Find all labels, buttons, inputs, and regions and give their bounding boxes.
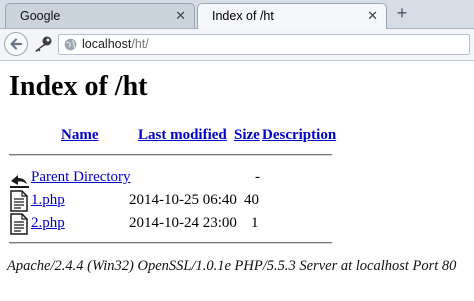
size-cell: 1 <box>251 215 259 231</box>
back-arrow-icon <box>10 38 23 50</box>
column-header-description[interactable]: Description <box>262 127 336 144</box>
document-icon[interactable] <box>9 190 29 212</box>
parent-directory-link[interactable]: Parent Directory <box>31 169 131 186</box>
url-text[interactable]: localhost/ht/ <box>82 37 149 51</box>
tab-title: Google <box>20 9 61 23</box>
back-button[interactable] <box>4 32 28 56</box>
tab-google[interactable]: Google ✕ <box>5 3 195 28</box>
page-content: Index of /ht Name Last modified Size Des… <box>0 61 474 301</box>
divider <box>9 242 332 244</box>
last-modified-cell: 2014-10-25 06:40 <box>129 192 237 208</box>
navigation-bar: localhost/ht/ <box>0 29 474 61</box>
new-tab-button[interactable]: + <box>393 3 411 23</box>
size-cell: - <box>255 169 260 185</box>
back-folder-icon[interactable] <box>9 169 30 189</box>
tab-bar: Google ✕ Index of /ht ✕ + <box>0 0 474 29</box>
column-header-name[interactable]: Name <box>61 127 99 144</box>
file-link[interactable]: 1.php <box>31 192 65 209</box>
page-title: Index of /ht <box>9 71 148 102</box>
document-icon[interactable] <box>9 213 29 235</box>
key-icon[interactable] <box>32 35 54 53</box>
close-icon[interactable]: ✕ <box>367 8 378 24</box>
address-bar[interactable]: localhost/ht/ <box>58 34 470 55</box>
tab-title: Index of /ht <box>212 9 274 23</box>
close-icon[interactable]: ✕ <box>175 8 186 24</box>
tab-index-of-ht[interactable]: Index of /ht ✕ <box>197 3 387 29</box>
file-link[interactable]: 2.php <box>31 215 65 232</box>
column-header-size[interactable]: Size <box>234 127 260 144</box>
divider <box>9 154 332 156</box>
url-path: /ht/ <box>131 37 149 51</box>
globe-icon <box>64 38 77 51</box>
url-host: localhost <box>82 37 132 51</box>
column-header-last-modified[interactable]: Last modified <box>138 127 227 144</box>
size-cell: 40 <box>244 192 259 208</box>
last-modified-cell: 2014-10-24 23:00 <box>129 215 237 231</box>
server-signature: Apache/2.4.4 (Win32) OpenSSL/1.0.1e PHP/… <box>7 258 457 274</box>
